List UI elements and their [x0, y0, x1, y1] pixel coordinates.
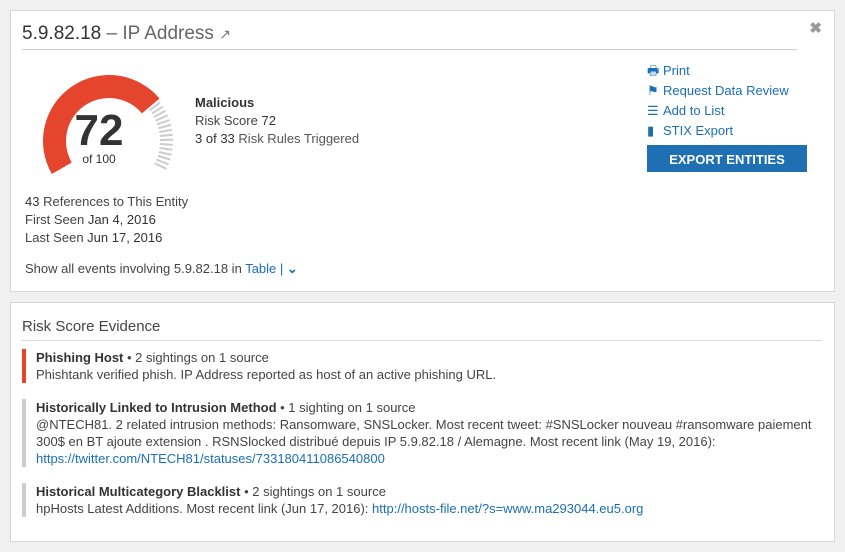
evidence-text: @NTECH81. 2 related intrusion methods: R… [36, 417, 812, 449]
show-all-events: Show all events involving 5.9.82.18 in T… [25, 261, 298, 277]
request-data-review-link[interactable]: Request Data Review [663, 83, 789, 98]
evidence-panel: Risk Score Evidence Phishing Host • 2 si… [10, 302, 835, 542]
rule-name: Historical Multicategory Blacklist [36, 484, 241, 499]
evidence-link[interactable]: https://twitter.com/NTECH81/statuses/733… [36, 451, 385, 466]
sightings: • 2 sightings on 1 source [240, 484, 386, 499]
refs-count: 43 [25, 194, 40, 209]
sightings: • 2 sightings on 1 source [123, 350, 269, 365]
gauge-tick [158, 150, 172, 156]
file-icon: ▮ [647, 123, 655, 138]
rules-total: 33 [220, 131, 235, 146]
last-seen-value: Jun 17, 2016 [87, 230, 163, 245]
external-link-icon[interactable]: ↗ [219, 26, 231, 42]
page-title: 5.9.82.18 – IP Address ↗ [22, 23, 231, 44]
gauge-tick [154, 162, 167, 170]
gauge-tick [159, 128, 173, 134]
risk-gauge: 72 of 100 [42, 74, 174, 174]
gauge-score: 72 [75, 106, 124, 155]
chevron-down-icon[interactable]: ⌄ [287, 261, 298, 276]
list-icon: ☰ [647, 103, 659, 118]
refs-label: References to This Entity [43, 194, 189, 209]
show-all-text: Show all events involving 5.9.82.18 in [25, 261, 242, 276]
gauge-tick [159, 133, 173, 138]
flag-icon: ⚑ [647, 83, 659, 98]
first-seen-label: First Seen [25, 212, 85, 227]
stix-export-link[interactable]: STIX Export [663, 123, 733, 138]
table-link[interactable]: Table [245, 261, 276, 276]
last-seen-label: Last Seen [25, 230, 84, 245]
actions-menu: 🖶 Print ⚑ Request Data Review ☰ Add to List… [647, 61, 789, 141]
evidence-text: hpHosts Latest Additions. Most recent li… [36, 501, 369, 516]
rule-name: Historically Linked to Intrusion Method [36, 400, 277, 415]
entity-panel: 5.9.82.18 – IP Address ↗ ✖ 72 of 100 Mal… [10, 10, 835, 292]
evidence-text: Phishtank verified phish. IP Address rep… [36, 367, 497, 382]
evidence-item: Historically Linked to Intrusion Method … [22, 399, 816, 467]
entity-type: IP Address [122, 23, 214, 44]
first-seen-value: Jan 4, 2016 [87, 212, 156, 227]
entity-meta: 43 References to This Entity First Seen … [25, 193, 188, 247]
sightings: • 1 sighting on 1 source [276, 400, 416, 415]
gauge-max: of 100 [82, 152, 116, 166]
risk-score-label: Risk Score [195, 113, 258, 128]
print-icon: 🖶 [647, 63, 660, 78]
evidence-item: Historical Multicategory Blacklist • 2 s… [22, 483, 816, 517]
gauge-tick [156, 119, 170, 126]
add-to-list-link[interactable]: Add to List [663, 103, 724, 118]
risk-score-value: 72 [261, 113, 276, 128]
rules-count: 3 [195, 131, 203, 146]
verdict: Malicious [195, 95, 255, 110]
evidence-title: Risk Score Evidence [22, 318, 161, 335]
divider [22, 340, 822, 341]
gauge-tick [158, 123, 172, 130]
export-entities-button[interactable]: EXPORT ENTITIES [647, 145, 807, 172]
close-icon[interactable]: ✖ [809, 19, 822, 37]
rules-label: Risk Rules Triggered [238, 131, 360, 146]
gauge-tick [156, 158, 169, 166]
rules-of: of [205, 131, 217, 146]
evidence-link[interactable]: http://hosts-file.net/?s=www.ma293044.eu… [372, 501, 643, 516]
rule-name: Phishing Host [36, 350, 124, 365]
gauge-tick [159, 143, 173, 146]
ip-address: 5.9.82.18 [22, 23, 102, 44]
print-link[interactable]: Print [663, 63, 690, 78]
gauge-tick [159, 147, 173, 151]
evidence-item: Phishing Host • 2 sightings on 1 source … [22, 349, 816, 383]
divider [22, 49, 797, 50]
risk-summary: Malicious Risk Score 72 3 of 33 Risk Rul… [195, 94, 359, 148]
gauge-tick [157, 154, 171, 161]
separator: | [279, 261, 284, 276]
